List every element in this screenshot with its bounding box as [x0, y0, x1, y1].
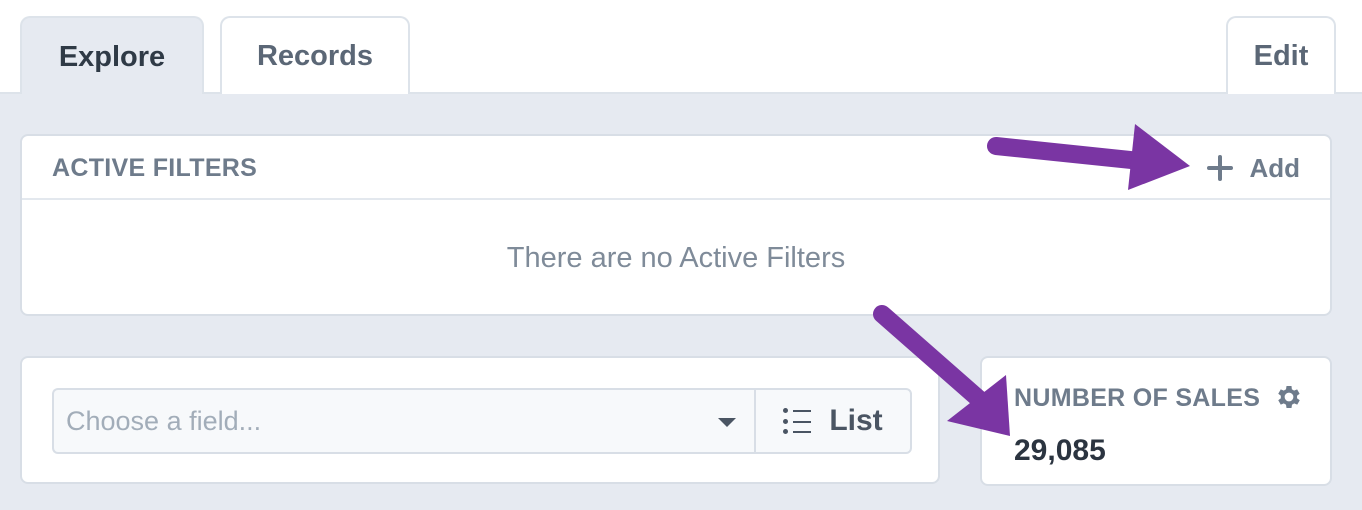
- field-picker-card: Choose a field... List: [20, 356, 940, 484]
- tab-records[interactable]: Records: [220, 16, 410, 94]
- list-view-label: List: [829, 404, 883, 437]
- plus-icon: [1207, 155, 1234, 181]
- list-view-button[interactable]: List: [754, 388, 912, 454]
- field-select-placeholder: Choose a field...: [66, 405, 262, 436]
- number-of-sales-card: NUMBER OF SALES 29,085: [980, 356, 1332, 486]
- tab-bar: Explore Records Edit: [0, 0, 1362, 96]
- metric-title: NUMBER OF SALES: [1014, 384, 1261, 412]
- empty-filters-message: There are no Active Filters: [506, 241, 846, 274]
- field-select[interactable]: Choose a field...: [52, 388, 756, 454]
- list-icon: [783, 408, 812, 434]
- active-filters-title: ACTIVE FILTERS: [52, 154, 258, 182]
- gear-icon[interactable]: [1274, 382, 1304, 412]
- tab-edit[interactable]: Edit: [1226, 16, 1336, 94]
- active-filters-card: ACTIVE FILTERS Add There are no Active F…: [20, 134, 1332, 316]
- caret-down-icon: [718, 418, 736, 427]
- add-filter-label: Add: [1249, 152, 1300, 183]
- add-filter-button[interactable]: Add: [1207, 150, 1300, 186]
- metric-value: 29,085: [1014, 434, 1106, 467]
- active-filters-header: ACTIVE FILTERS Add: [22, 136, 1330, 200]
- tab-explore[interactable]: Explore: [20, 16, 204, 96]
- explore-panel: ACTIVE FILTERS Add There are no Active F…: [0, 94, 1362, 510]
